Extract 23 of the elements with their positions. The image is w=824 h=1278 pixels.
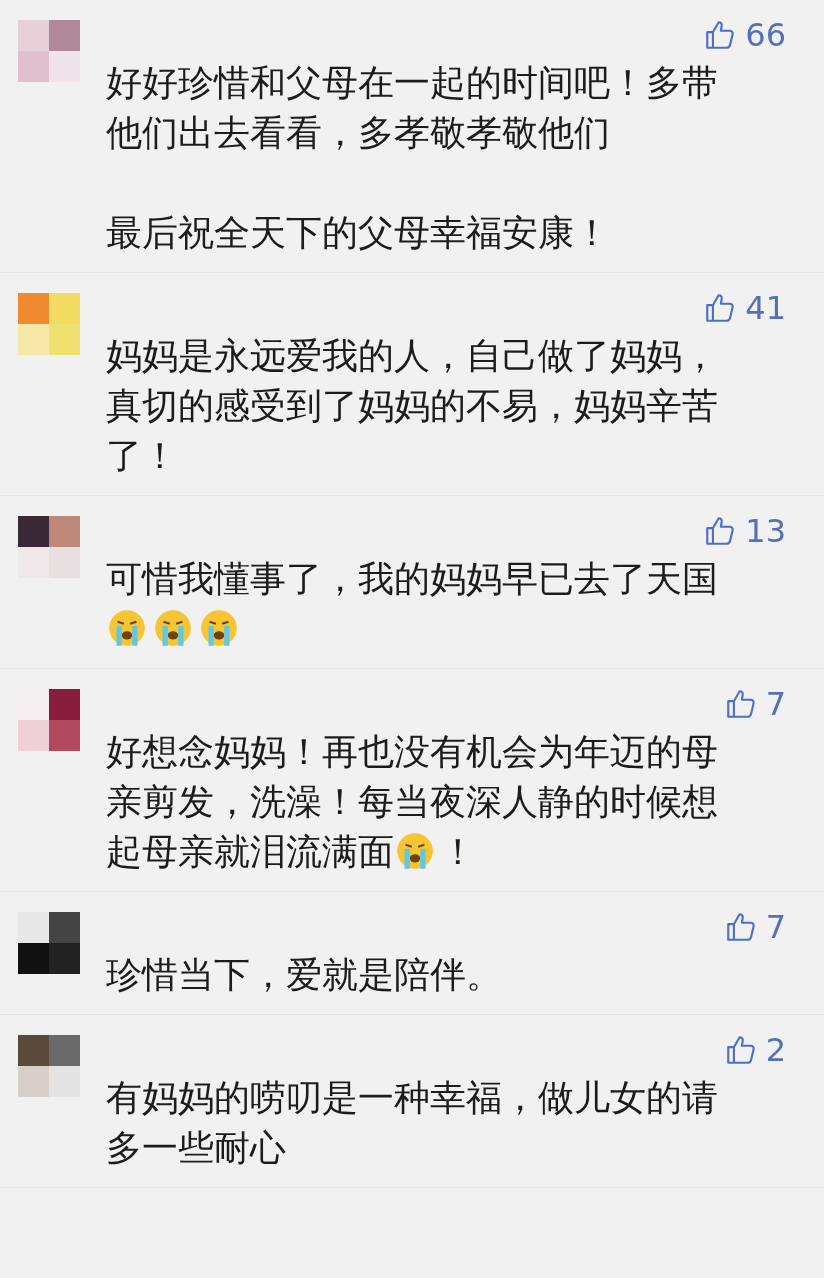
like-button[interactable]: 13 — [703, 512, 786, 550]
crying-face-icon — [394, 830, 436, 872]
crying-face-icon — [152, 607, 194, 649]
comment-text: 妈妈是永远爱我的人，自己做了妈妈，真切的感受到了妈妈的不易，妈妈辛苦了！ — [106, 334, 719, 478]
like-button[interactable]: 7 — [723, 908, 786, 946]
avatar-icon — [18, 20, 80, 82]
like-button[interactable]: 66 — [703, 16, 786, 54]
avatar-icon — [18, 293, 80, 355]
crying-face-icon — [198, 607, 240, 649]
comment-text: 最后祝全天下的父母幸福安康！ — [106, 211, 611, 255]
comment-text: 可惜我懂事了，我的妈妈早已去了天国 — [106, 557, 719, 601]
avatar-icon — [18, 1035, 80, 1097]
avatar-icon — [18, 689, 80, 751]
like-button[interactable]: 41 — [703, 289, 786, 327]
like-button[interactable]: 2 — [723, 1031, 786, 1069]
comment-text: 好好珍惜和父母在一起的时间吧！多带他们出去看看，多孝敬孝敬他们 — [106, 61, 719, 155]
avatar-icon — [18, 912, 80, 974]
comment-text: 有妈妈的唠叨是一种幸福，做儿女的请多一些耐心 — [106, 1076, 719, 1170]
crying-face-icon — [106, 607, 148, 649]
comment-text: 珍惜当下，爱就是陪伴。 — [106, 953, 503, 997]
avatar-icon — [18, 516, 80, 578]
like-button[interactable]: 7 — [723, 685, 786, 723]
comment-text: 好想念妈妈！再也没有机会为年迈的母亲剪发，洗澡！每当夜深人静的时候想起母亲就泪流满面 ！ — [106, 730, 719, 874]
